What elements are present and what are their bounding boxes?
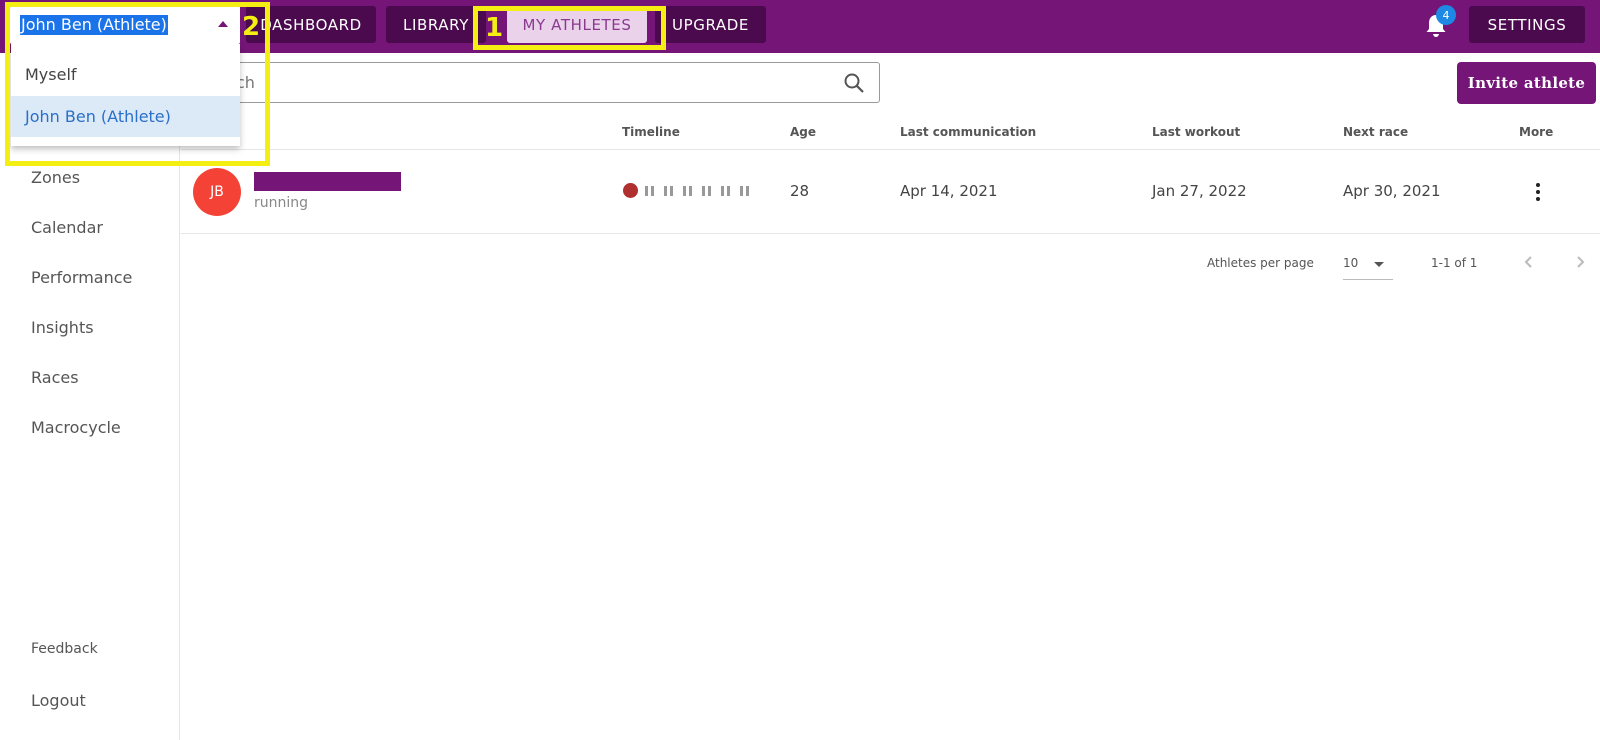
athlete-name-redacted[interactable] [254, 172, 401, 191]
sidebar-item-logout[interactable]: Logout [31, 691, 86, 710]
notification-badge: 4 [1436, 5, 1456, 25]
timeline-mark [727, 186, 730, 196]
nav-dashboard-label: DASHBOARD [260, 15, 362, 34]
column-header-last-workout[interactable]: Last workout [1152, 125, 1240, 139]
sidebar-item-calendar[interactable]: Calendar [31, 218, 103, 237]
rows-per-page-value: 10 [1343, 256, 1359, 270]
sidebar-item-performance[interactable]: Performance [31, 268, 132, 287]
timeline-mark [721, 186, 724, 196]
chevron-left-icon[interactable] [1522, 254, 1536, 270]
table-header-divider [181, 149, 1600, 150]
timeline-mark [645, 186, 648, 196]
timeline-mark [664, 186, 667, 196]
timeline-mark [740, 186, 743, 196]
timeline-mark [708, 186, 711, 196]
column-header-timeline[interactable]: Timeline [622, 125, 680, 139]
timeline-dot [623, 183, 638, 198]
highlight-box-2 [5, 2, 270, 166]
avatar: JB [193, 168, 241, 216]
athlete-last-workout: Jan 27, 2022 [1152, 182, 1247, 200]
rows-per-page-label: Athletes per page [1207, 256, 1314, 270]
settings-button[interactable]: SETTINGS [1469, 6, 1585, 43]
column-header-more: More [1519, 125, 1554, 139]
sidebar-item-races[interactable]: Races [31, 368, 79, 387]
nav-upgrade[interactable]: UPGRADE [655, 6, 766, 43]
nav-library-label: LIBRARY [403, 15, 469, 34]
timeline-mark [689, 186, 692, 196]
timeline-mark [683, 186, 686, 196]
invite-athlete-label: Invite athlete [1467, 74, 1586, 92]
more-vertical-icon[interactable] [1535, 183, 1541, 203]
search-input[interactable]: ch [215, 62, 880, 103]
column-header-last-communication[interactable]: Last communication [900, 125, 1036, 139]
column-header-next-race[interactable]: Next race [1343, 125, 1408, 139]
athlete-next-race: Apr 30, 2021 [1343, 182, 1441, 200]
nav-library[interactable]: LIBRARY [386, 6, 486, 43]
search-icon[interactable] [843, 72, 865, 94]
timeline-mark [670, 186, 673, 196]
column-header-age[interactable]: Age [790, 125, 816, 139]
athlete-last-communication: Apr 14, 2021 [900, 182, 998, 200]
table-row-divider [181, 233, 1600, 234]
athlete-sport: running [254, 195, 309, 211]
caret-down-icon [1374, 262, 1384, 267]
sidebar-item-zones[interactable]: Zones [31, 168, 80, 187]
sidebar-item-feedback[interactable]: Feedback [31, 641, 98, 657]
highlight-label-1: 1 [485, 13, 504, 43]
sidebar-item-macrocycle[interactable]: Macrocycle [31, 418, 121, 437]
timeline-mark [651, 186, 654, 196]
invite-athlete-button[interactable]: Invite athlete [1457, 62, 1596, 104]
settings-label: SETTINGS [1487, 15, 1567, 34]
timeline-mark [702, 186, 705, 196]
nav-upgrade-label: UPGRADE [672, 15, 749, 34]
sidebar-item-insights[interactable]: Insights [31, 318, 94, 337]
athlete-age: 28 [790, 182, 810, 200]
pagination-range: 1-1 of 1 [1431, 256, 1478, 270]
timeline-mark [746, 186, 749, 196]
highlight-label-2: 2 [242, 12, 261, 42]
chevron-right-icon[interactable] [1573, 254, 1587, 270]
